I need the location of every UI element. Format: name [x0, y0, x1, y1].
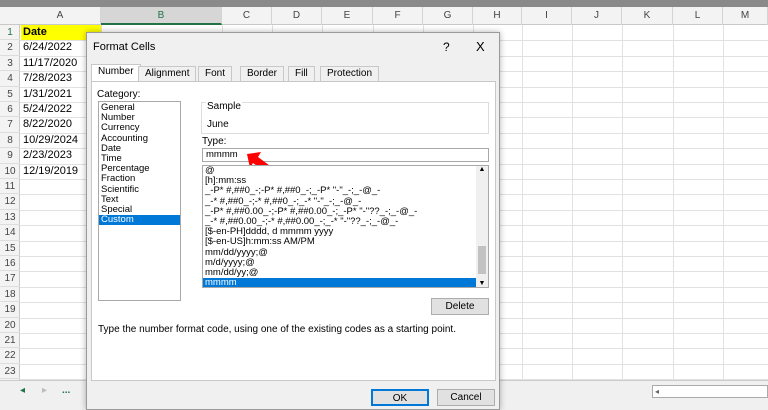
ok-button[interactable]: OK	[371, 389, 429, 406]
row-header-4[interactable]: 4	[0, 71, 20, 87]
row-header-19[interactable]: 19	[0, 302, 20, 318]
number-tab-panel: Category: General Number Currency Accountin…	[91, 81, 496, 381]
gridline	[572, 25, 573, 380]
row-header-22[interactable]: 22	[0, 348, 20, 364]
column-header-E[interactable]: E	[322, 7, 373, 25]
row-header-16[interactable]: 16	[0, 256, 20, 272]
window-frame	[0, 0, 768, 7]
column-header-H[interactable]: H	[473, 7, 522, 25]
row-header-23[interactable]: 23	[0, 364, 20, 380]
column-header-J[interactable]: J	[572, 7, 622, 25]
sample-group: Sample June	[201, 101, 489, 134]
column-header-C[interactable]: C	[222, 7, 272, 25]
row-header-15[interactable]: 15	[0, 241, 20, 256]
column-header-G[interactable]: G	[423, 7, 473, 25]
help-button[interactable]: ?	[443, 40, 450, 54]
sheet-prev-icon[interactable]: ◂	[20, 385, 25, 396]
row-header-12[interactable]: 12	[0, 194, 20, 210]
row-header-18[interactable]: 18	[0, 287, 20, 303]
column-header-F[interactable]: F	[373, 7, 423, 25]
row-header-3[interactable]: 3	[0, 56, 20, 72]
gridline	[622, 25, 623, 380]
gridline	[522, 25, 523, 380]
type-label: Type:	[202, 136, 227, 147]
row-header-9[interactable]: 9	[0, 148, 20, 164]
cancel-button[interactable]: Cancel	[437, 389, 495, 406]
tab-border[interactable]: Border	[240, 66, 285, 81]
row-header-21[interactable]: 21	[0, 333, 20, 349]
column-header-M[interactable]: M	[723, 7, 768, 25]
column-headers: ABCDEFGHIJKLM	[0, 7, 768, 25]
format-description: Type the number format code, using one o…	[98, 324, 456, 335]
category-list[interactable]: General Number Currency Accounting Date Time P…	[98, 101, 181, 301]
format-list-scrollbar[interactable]: ▲ ▼	[476, 166, 488, 287]
row-header-6[interactable]: 6	[0, 102, 20, 118]
gridline	[673, 25, 674, 380]
scroll-down-icon[interactable]: ▼	[476, 280, 488, 287]
column-header-K[interactable]: K	[622, 7, 673, 25]
row-header-5[interactable]: 5	[0, 87, 20, 102]
tab-fill[interactable]: Fill	[288, 66, 315, 81]
close-button[interactable]: X	[476, 39, 485, 54]
row-header-13[interactable]: 13	[0, 210, 20, 226]
category-item-fraction[interactable]: Fraction	[99, 174, 180, 184]
row-header-8[interactable]: 8	[0, 133, 20, 149]
row-header-10[interactable]: 10	[0, 164, 20, 179]
column-header-I[interactable]: I	[522, 7, 572, 25]
dialog-title: Format Cells	[93, 41, 156, 53]
format-cells-dialog: Format Cells ? X Number Alignment Font Bord…	[86, 32, 500, 410]
format-item[interactable]: mmmm	[203, 277, 476, 287]
scroll-thumb[interactable]	[478, 246, 486, 274]
column-header-L[interactable]: L	[673, 7, 723, 25]
format-item[interactable]: mm/dd/yy;@	[203, 267, 476, 278]
category-item-custom[interactable]: Custom	[99, 214, 180, 226]
tab-font[interactable]: Font	[198, 66, 233, 81]
column-header-D[interactable]: D	[272, 7, 322, 25]
row-header-7[interactable]: 7	[0, 117, 20, 133]
delete-button[interactable]: Delete	[431, 298, 489, 315]
row-header-17[interactable]: 17	[0, 271, 20, 287]
category-label: Category:	[97, 89, 141, 100]
type-input[interactable]: mmmm	[202, 148, 489, 162]
gridline	[723, 25, 724, 380]
tab-number[interactable]: Number	[91, 64, 141, 82]
tab-protection[interactable]: Protection	[320, 66, 380, 81]
row-header-11[interactable]: 11	[0, 179, 20, 195]
sample-value: June	[207, 119, 229, 130]
row-header-2[interactable]: 2	[0, 40, 20, 56]
format-item[interactable]: [$-en-US]h:mm:ss AM/PM	[203, 237, 476, 247]
row-headers: 1 2 3 4 5 6 7 8 9 10 11 12 13 14 15 16 17 18 19 20 21 22 23	[0, 25, 20, 380]
sample-label: Sample	[206, 101, 242, 112]
horizontal-scrollbar[interactable]: ◂	[652, 385, 768, 398]
row-header-1[interactable]: 1	[0, 25, 20, 41]
format-list[interactable]: @ [h]:mm:ss _-P* #,##0_-;-P* #,##0_-;_-P* …	[202, 165, 489, 288]
tab-alignment[interactable]: Alignment	[138, 66, 197, 81]
sheet-next-icon[interactable]: ▸	[42, 385, 47, 396]
scroll-left-icon[interactable]: ◂	[653, 387, 659, 396]
sheet-more-button[interactable]: ...	[62, 385, 70, 396]
scroll-up-icon[interactable]: ▲	[476, 166, 488, 173]
column-header-B[interactable]: B	[101, 7, 222, 25]
row-header-14[interactable]: 14	[0, 225, 20, 241]
row-header-20[interactable]: 20	[0, 318, 20, 333]
column-header-A[interactable]: A	[20, 7, 101, 25]
